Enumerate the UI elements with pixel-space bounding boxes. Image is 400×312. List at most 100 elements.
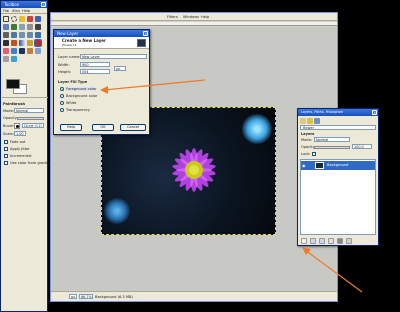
airbrush-icon[interactable] xyxy=(11,48,17,54)
flip-icon[interactable] xyxy=(35,32,41,38)
unit-select[interactable]: px xyxy=(69,294,77,299)
shear-icon[interactable] xyxy=(27,32,33,38)
raise-layer-icon[interactable] xyxy=(310,238,316,244)
fill-foreground-label: Foreground color xyxy=(66,87,97,91)
text-icon[interactable] xyxy=(3,40,9,46)
brush-name: Circle (11) (5) xyxy=(22,123,44,128)
fuzzy-select-icon[interactable] xyxy=(27,16,33,22)
eye-icon[interactable]: ◉ xyxy=(302,163,306,168)
help-button[interactable]: Help xyxy=(60,124,82,131)
channels-tab-icon[interactable] xyxy=(307,118,313,124)
scale-value[interactable]: 1.00 xyxy=(14,131,26,136)
menu-file[interactable]: File xyxy=(3,9,9,13)
unit-select-px[interactable]: px xyxy=(114,66,126,71)
bucket-fill-icon[interactable] xyxy=(11,40,17,46)
fill-foreground-radio[interactable] xyxy=(60,87,64,91)
incremental-checkbox[interactable] xyxy=(4,154,8,158)
fill-white-label: White xyxy=(66,101,77,105)
scissors-icon[interactable] xyxy=(35,16,41,22)
rect-select-icon[interactable] xyxy=(3,16,9,22)
new-layer-titlebar[interactable]: New Layer × xyxy=(54,30,149,37)
clone-icon[interactable] xyxy=(27,48,33,54)
ok-button[interactable]: OK xyxy=(92,124,114,131)
eraser-icon[interactable] xyxy=(3,48,9,54)
menu-windows[interactable]: Windows xyxy=(183,15,199,19)
layer-name-input[interactable]: New Layer xyxy=(80,54,147,59)
ellipse-select-icon[interactable] xyxy=(11,16,17,22)
lock-alpha-checkbox[interactable] xyxy=(312,152,316,156)
lasso-icon[interactable] xyxy=(19,16,25,22)
tool-grid xyxy=(3,16,47,70)
cancel-button[interactable]: Cancel xyxy=(120,124,146,131)
paths-icon[interactable] xyxy=(3,24,9,30)
dialog-subheading: [flower]-1 xyxy=(62,43,77,47)
menu-filters[interactable]: Filters xyxy=(167,15,178,19)
anchor-layer-icon[interactable] xyxy=(337,238,343,244)
fill-background-radio[interactable] xyxy=(60,94,64,98)
brush-label: Brush: xyxy=(3,124,15,128)
height-label: Height: xyxy=(58,70,72,74)
scale-icon[interactable] xyxy=(19,32,25,38)
apply-jitter-checkbox[interactable] xyxy=(4,147,8,151)
zoom-select[interactable]: 66.7% xyxy=(79,294,93,299)
purple-daisy xyxy=(172,148,216,192)
apply-jitter-label: Apply Jitter xyxy=(10,147,30,151)
new-layer-icon[interactable] xyxy=(301,238,307,244)
dialog-header: Create a New Layer [flower]-1 xyxy=(54,37,149,49)
menu-help[interactable]: Help xyxy=(22,9,30,13)
fade-out-checkbox[interactable] xyxy=(4,140,8,144)
opacity-label: Opacity: xyxy=(3,116,18,120)
height-input[interactable]: 554 xyxy=(80,69,110,74)
paths-tab-icon[interactable] xyxy=(314,118,320,124)
measure-icon[interactable] xyxy=(27,24,33,30)
delete-layer-icon[interactable] xyxy=(346,238,352,244)
layers-dialog: Layers, Paths, Histogram × flower Layers… xyxy=(297,108,379,246)
layer-thumbnail-icon xyxy=(137,39,146,47)
layer-row-background[interactable]: ◉ Background xyxy=(301,161,375,170)
new-layer-title: New Layer xyxy=(57,31,79,36)
lower-layer-icon[interactable] xyxy=(319,238,325,244)
smudge-icon[interactable] xyxy=(35,48,41,54)
layers-opacity-value[interactable]: 100.0 xyxy=(352,144,372,149)
status-bar: px 66.7% Background (6.3 MB) xyxy=(51,291,337,301)
layers-button-bar xyxy=(300,237,376,245)
menu-xtns[interactable]: Xtns xyxy=(12,9,20,13)
layers-tab-icon[interactable] xyxy=(300,118,306,124)
layers-mode-label: Mode: xyxy=(301,138,313,142)
layers-titlebar[interactable]: Layers, Paths, Histogram × xyxy=(298,109,378,116)
fill-white-radio[interactable] xyxy=(60,101,64,105)
toolbox-title: Toolbox xyxy=(4,2,19,7)
close-icon[interactable]: × xyxy=(143,31,148,36)
layer-name-label: Layer name: xyxy=(58,55,81,59)
dodge-burn-icon[interactable] xyxy=(3,56,9,62)
pencil-icon[interactable] xyxy=(27,40,33,46)
scale-label: Scale: xyxy=(3,132,14,136)
duplicate-layer-icon[interactable] xyxy=(328,238,334,244)
crop-icon[interactable] xyxy=(3,32,9,38)
opacity-slider[interactable] xyxy=(17,117,44,120)
layers-opacity-slider[interactable] xyxy=(314,146,350,149)
layer-list: ◉ Background xyxy=(300,159,376,235)
layers-mode-select[interactable]: Normal xyxy=(314,137,350,142)
image-selector-row[interactable]: flower xyxy=(300,125,376,130)
ink-icon[interactable] xyxy=(19,48,25,54)
lock-label: Lock: xyxy=(301,152,311,156)
brush-preview[interactable] xyxy=(14,123,20,129)
incremental-label: Incremental xyxy=(10,154,32,158)
move-icon[interactable] xyxy=(35,24,41,30)
blur-icon[interactable] xyxy=(11,56,17,62)
blend-icon[interactable] xyxy=(19,40,25,46)
paintbrush-icon[interactable] xyxy=(34,39,42,47)
menu-help-image[interactable]: Help xyxy=(201,15,209,19)
mode-select[interactable]: Normal xyxy=(14,108,44,113)
zoom-icon[interactable] xyxy=(19,24,25,30)
toolbox-titlebar[interactable]: Toolbox × xyxy=(1,1,47,8)
rotate-icon[interactable] xyxy=(11,32,17,38)
close-icon[interactable]: × xyxy=(41,2,46,7)
width-label: Width: xyxy=(58,63,70,67)
width-input[interactable]: 900 xyxy=(80,62,110,67)
gradient-checkbox[interactable] xyxy=(4,161,8,165)
color-picker-icon[interactable] xyxy=(11,24,17,30)
close-icon[interactable]: × xyxy=(372,110,377,115)
fill-transparency-radio[interactable] xyxy=(60,108,64,112)
